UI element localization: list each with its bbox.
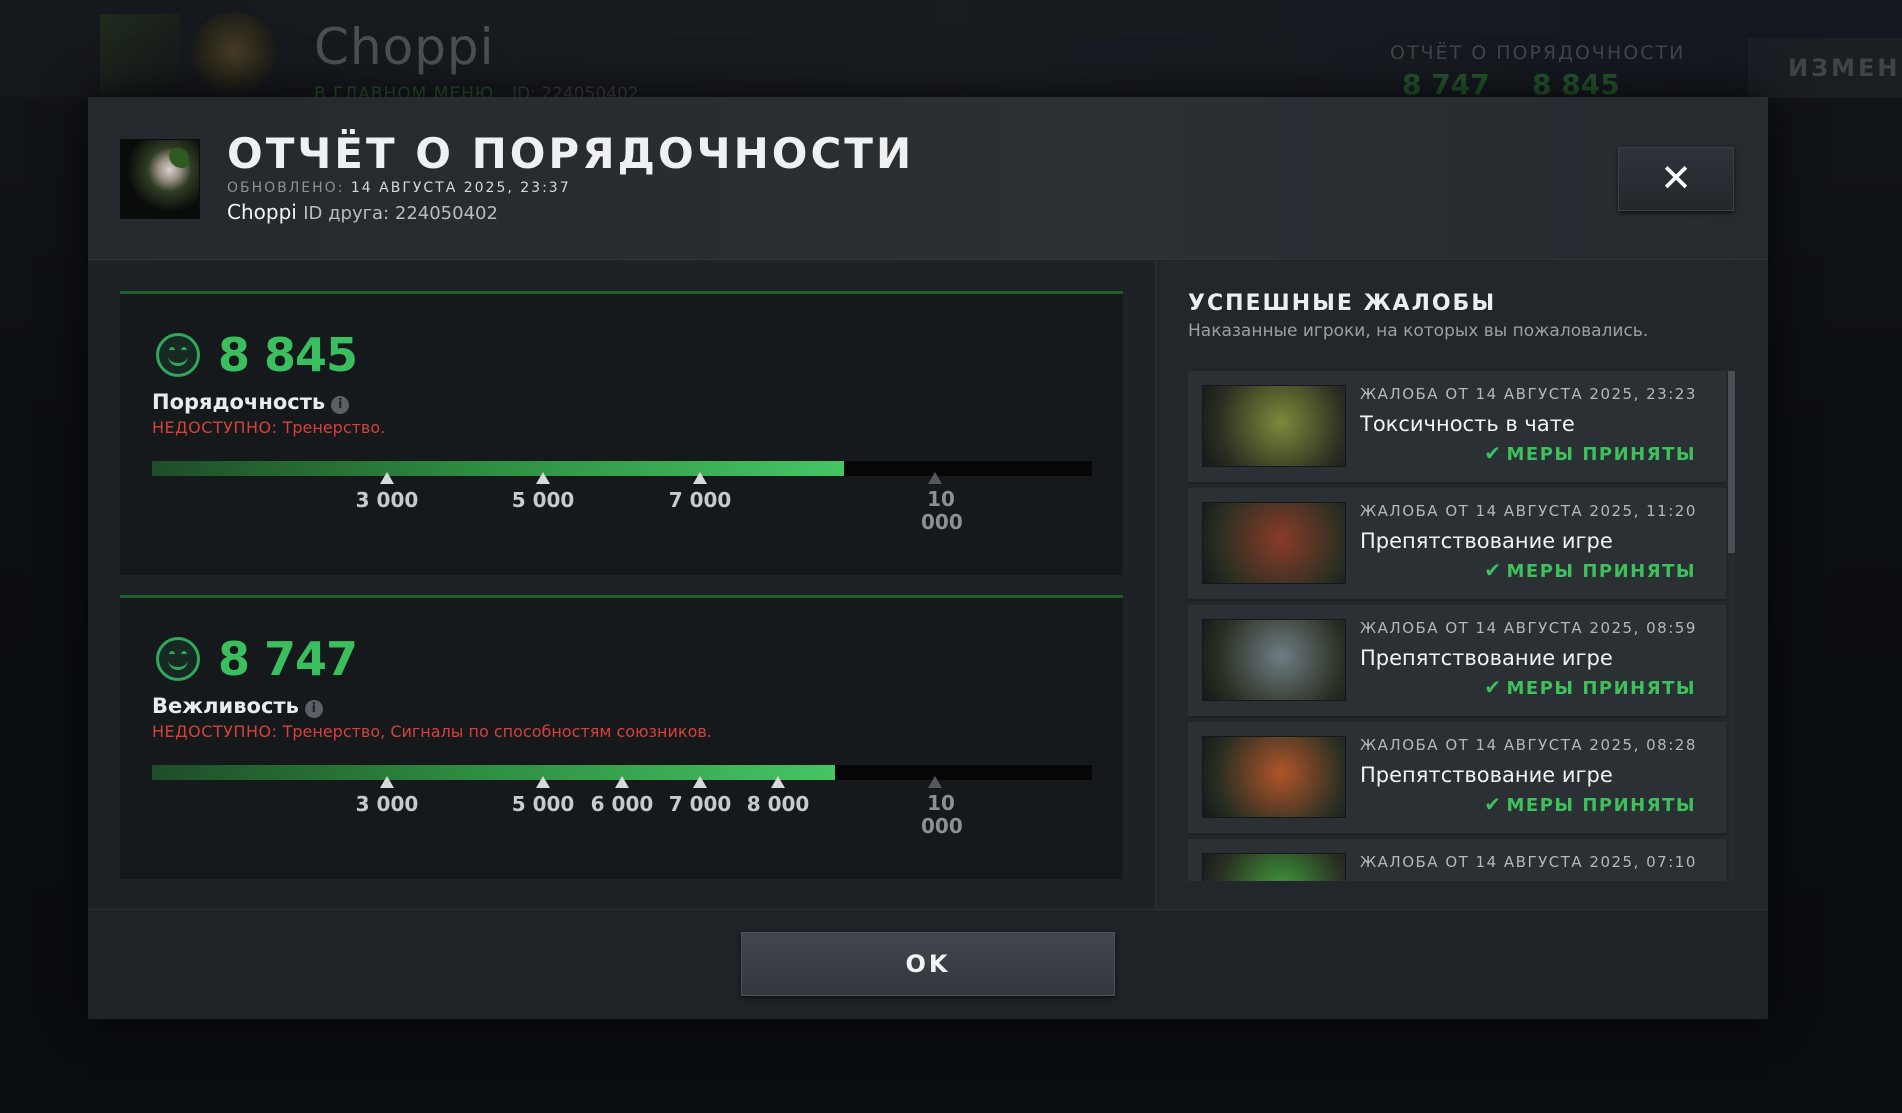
smile-icon [156, 637, 200, 681]
report-type: Препятствование игре [1360, 763, 1613, 787]
milestone-label: 7 000 [668, 792, 732, 816]
milestone-marker [693, 776, 708, 788]
reports-subtitle: Наказанные игроки, на которых вы пожалов… [1188, 321, 1649, 341]
conduct-label-text: Порядочность [152, 390, 326, 414]
milestone-label: 3 000 [355, 792, 419, 816]
report-status: ✔ МЕРЫ ПРИНЯТЫ [1484, 792, 1696, 816]
reports-scrollbar[interactable] [1728, 371, 1735, 881]
hero-portrait-bounty-hunter [1202, 736, 1346, 818]
background-change-button: ИЗМЕНИ [1748, 38, 1902, 98]
report-date: ЖАЛОБА ОТ 14 АВГУСТА 2025, 08:28 [1360, 736, 1697, 754]
modal-title: ОТЧЁТ О ПОРЯДОЧНОСТИ [227, 129, 915, 178]
updated-timestamp: ОБНОВЛЕНО: 14 АВГУСТА 2025, 23:37 [227, 180, 571, 196]
info-icon[interactable]: i [331, 396, 350, 414]
conduct-unavailable: НЕДОСТУПНО: Тренерство. [152, 418, 385, 437]
milestone-marker [536, 472, 551, 484]
smile-icon [156, 333, 200, 377]
hero-portrait-sand-king [1202, 502, 1346, 584]
report-item[interactable]: ЖАЛОБА ОТ 14 АВГУСТА 2025, 08:59 Препятст… [1188, 605, 1726, 718]
modal-footer: OK [88, 909, 1768, 1019]
hero-portrait-pudge [1202, 385, 1346, 467]
politeness-score-value: 8 747 [218, 632, 358, 686]
conduct-progress-bar [152, 461, 1092, 476]
conduct-label: Порядочность i [152, 390, 350, 414]
reports-panel: УСПЕШНЫЕ ЖАЛОБЫ Наказанные игроки, на ко… [1155, 261, 1768, 909]
conduct-report-modal: ОТЧЁТ О ПОРЯДОЧНОСТИ ОБНОВЛЕНО: 14 АВГУС… [88, 97, 1768, 1019]
report-date: ЖАЛОБА ОТ 14 АВГУСТА 2025, 07:10 [1360, 853, 1697, 871]
check-icon: ✔ [1484, 558, 1503, 582]
scrollbar-thumb[interactable] [1728, 371, 1735, 553]
info-icon[interactable]: i [304, 700, 323, 718]
report-status-label: МЕРЫ ПРИНЯТЫ [1506, 795, 1696, 816]
report-status-label: МЕРЫ ПРИНЯТЫ [1506, 678, 1696, 699]
politeness-unavailable: НЕДОСТУПНО: Тренерство, Сигналы по спосо… [152, 722, 712, 741]
unavailable-text: Тренерство. [282, 418, 386, 437]
background-report-label: ОТЧЁТ О ПОРЯДОЧНОСТИ [1390, 42, 1686, 64]
milestone-label: 6 000 [590, 792, 654, 816]
avatar [120, 139, 200, 219]
milestone-marker [536, 776, 551, 788]
background-avatar [100, 14, 180, 96]
politeness-label-text: Вежливость [152, 694, 299, 718]
background-rank-medal [190, 12, 278, 98]
milestone-marker [771, 776, 786, 788]
report-type: Препятствование игре [1360, 529, 1613, 553]
modal-header: ОТЧЁТ О ПОРЯДОЧНОСТИ ОБНОВЛЕНО: 14 АВГУС… [88, 97, 1768, 260]
check-icon: ✔ [1484, 792, 1503, 816]
updated-label: ОБНОВЛЕНО: [227, 180, 345, 196]
hero-portrait-sniper [1202, 619, 1346, 701]
report-status: ✔ МЕРЫ ПРИНЯТЫ [1484, 558, 1696, 582]
milestone-marker [693, 472, 708, 484]
politeness-score-card: 8 747 Вежливость i НЕДОСТУПНО: Тренерство… [120, 595, 1123, 879]
report-status-label: МЕРЫ ПРИНЯТЫ [1506, 561, 1696, 582]
reports-title: УСПЕШНЫЕ ЖАЛОБЫ [1188, 291, 1497, 316]
report-item[interactable]: ЖАЛОБА ОТ 14 АВГУСТА 2025, 23:23 Токсично… [1188, 371, 1726, 484]
report-status-label: МЕРЫ ПРИНЯТЫ [1506, 444, 1696, 465]
conduct-score-value: 8 845 [218, 328, 358, 382]
friend-id: ID друга: 224050402 [303, 203, 498, 224]
check-icon: ✔ [1484, 441, 1503, 465]
unavailable-tag: НЕДОСТУПНО: [152, 418, 278, 437]
milestone-label: 5 000 [511, 792, 575, 816]
milestone-label: 8 000 [746, 792, 810, 816]
reports-list[interactable]: ЖАЛОБА ОТ 14 АВГУСТА 2025, 07:10 ЖАЛОБА О… [1188, 371, 1735, 881]
background-player-name: Choppi [314, 18, 495, 76]
milestone-label: 10 000 [921, 487, 963, 534]
milestone-marker [380, 776, 394, 788]
milestone-label: 3 000 [355, 488, 419, 512]
check-icon: ✔ [1484, 675, 1503, 699]
player-name: Choppi [227, 200, 297, 224]
updated-value: 14 АВГУСТА 2025, 23:37 [350, 180, 571, 196]
conduct-score-card: 8 845 Порядочность i НЕДОСТУПНО: Тренерст… [120, 291, 1123, 575]
milestone-marker [615, 776, 629, 788]
close-button[interactable]: ✕ [1618, 147, 1734, 211]
user-line: Choppi ID друга: 224050402 [227, 200, 498, 224]
report-type: Препятствование игре [1360, 646, 1613, 670]
ok-button[interactable]: OK [741, 932, 1115, 996]
report-date: ЖАЛОБА ОТ 14 АВГУСТА 2025, 08:59 [1360, 619, 1697, 637]
unavailable-text: Тренерство, Сигналы по способностям союз… [282, 722, 712, 741]
scores-area: 8 845 Порядочность i НЕДОСТУПНО: Тренерст… [88, 261, 1155, 909]
unavailable-tag: НЕДОСТУПНО: [152, 722, 278, 741]
report-status: ✔ МЕРЫ ПРИНЯТЫ [1484, 441, 1696, 465]
milestone-label: 7 000 [668, 488, 732, 512]
milestone-marker [928, 776, 943, 788]
hero-portrait-venomancer [1202, 853, 1346, 881]
close-icon: ✕ [1660, 156, 1692, 200]
report-item[interactable]: ЖАЛОБА ОТ 14 АВГУСТА 2025, 11:20 Препятст… [1188, 488, 1726, 601]
milestone-marker [380, 472, 394, 484]
politeness-label: Вежливость i [152, 694, 323, 718]
report-item[interactable]: ЖАЛОБА ОТ 14 АВГУСТА 2025, 08:28 Препятст… [1188, 722, 1726, 835]
report-date: ЖАЛОБА ОТ 14 АВГУСТА 2025, 11:20 [1360, 502, 1697, 520]
milestone-label: 10 000 [921, 791, 963, 838]
milestone-marker [928, 472, 943, 484]
conduct-progress-fill [152, 461, 844, 476]
milestone-label: 5 000 [511, 488, 575, 512]
report-date: ЖАЛОБА ОТ 14 АВГУСТА 2025, 23:23 [1360, 385, 1697, 403]
politeness-progress-fill [152, 765, 836, 780]
report-type: Токсичность в чате [1360, 412, 1575, 436]
report-item[interactable]: ЖАЛОБА ОТ 14 АВГУСТА 2025, 07:10 [1188, 839, 1726, 881]
report-status: ✔ МЕРЫ ПРИНЯТЫ [1484, 675, 1696, 699]
